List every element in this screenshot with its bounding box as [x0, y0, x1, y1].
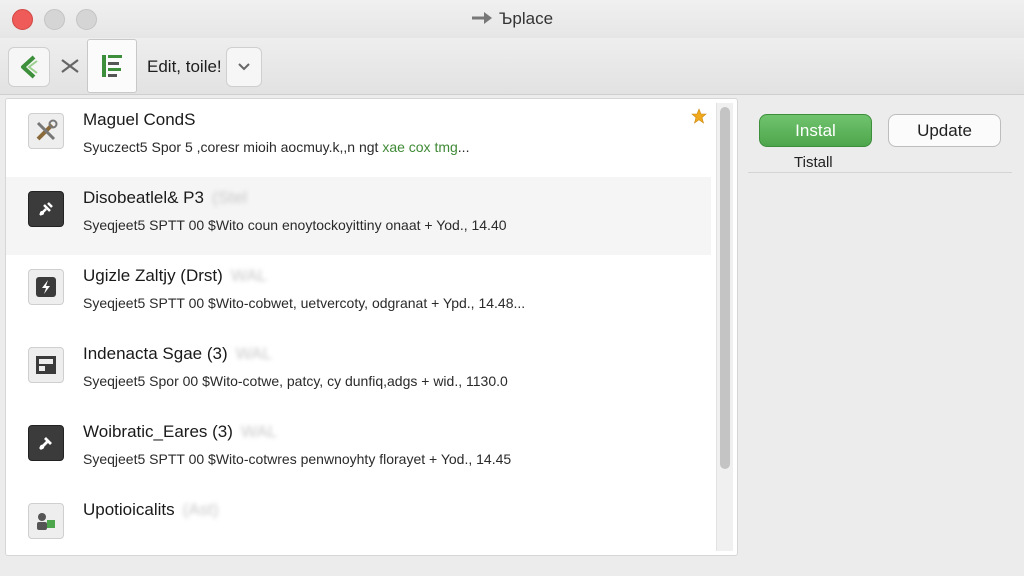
users-icon	[28, 503, 64, 539]
list-item[interactable]: Indenacta Sgae (3) WAL Syeqjeet5 Spor 00 …	[6, 333, 711, 412]
tools-button[interactable]	[56, 47, 84, 85]
list-item[interactable]: Maguel CondS Syuczect5 Spor 5 ,coresr mi…	[6, 99, 711, 178]
editor-view-button[interactable]	[87, 39, 137, 93]
title-bar: Ъplace	[0, 0, 1024, 38]
item-name: Disobeatlel& P3 (Stel	[83, 188, 247, 207]
update-button[interactable]: Update	[888, 114, 1001, 147]
chevron-down-icon	[238, 63, 250, 71]
list-item[interactable]: Disobeatlel& P3 (Stel Syeqjeet5 SPTT 00 $…	[6, 177, 711, 256]
toolbar-dropdown-button[interactable]	[226, 47, 262, 87]
item-name: Upotioicalits (Ast)	[83, 500, 219, 519]
back-button[interactable]	[8, 47, 50, 87]
scrollbar-thumb[interactable]	[720, 107, 730, 469]
item-name: Indenacta Sgae (3) WAL	[83, 344, 272, 363]
editor-list-icon	[102, 55, 122, 77]
cross-tools-icon	[61, 59, 79, 73]
item-name: Ugizle Zaltjy (Drst) WAL	[83, 266, 268, 285]
wrench-screwdriver-icon	[28, 113, 64, 149]
arrow-right-icon	[471, 10, 493, 30]
item-description: Syuczect5 Spor 5 ,coresr mioih aocmuy.k,…	[83, 139, 470, 155]
item-description: Syeqjeet5 SPTT 00 $Wito coun enoytockoyi…	[83, 217, 507, 233]
app-window: Ъplace Edit, toile! Maguel CondS Syuczec…	[0, 0, 1024, 576]
toolbar: Edit, toile!	[0, 38, 1024, 95]
toolbar-label: Edit, toile!	[147, 57, 222, 76]
actions-panel: Instal Update Tistall	[748, 98, 1018, 554]
window-title-group: Ъplace	[0, 9, 1024, 30]
package-list[interactable]: Maguel CondS Syuczect5 Spor 5 ,coresr mi…	[5, 98, 738, 556]
plugin-icon	[28, 425, 64, 461]
item-name: Maguel CondS	[83, 110, 196, 129]
list-item[interactable]: Upotioicalits (Ast)	[6, 489, 711, 555]
panel-divider	[748, 172, 1012, 173]
item-name: Woibratic_Eares (3) WAL	[83, 422, 278, 441]
list-scrollbar[interactable]	[716, 103, 733, 551]
install-caption: Tistall	[794, 154, 833, 171]
favorite-star-icon[interactable]	[691, 108, 707, 129]
chevron-left-icon	[21, 55, 38, 79]
list-item[interactable]: Ugizle Zaltjy (Drst) WAL Syeqjeet5 SPTT 0…	[6, 255, 711, 334]
item-description: Syeqjeet5 SPTT 00 $Wito-cotwres penwnoyh…	[83, 451, 512, 467]
plug-bolt-icon	[28, 269, 64, 305]
item-description: Syeqjeet5 Spor 00 $Wito-cotwe, patcy, cy…	[83, 373, 508, 389]
install-button[interactable]: Instal	[759, 114, 872, 147]
window-title: Ъplace	[498, 9, 554, 28]
list-item[interactable]: Woibratic_Eares (3) WAL Syeqjeet5 SPTT 00…	[6, 411, 711, 490]
layout-panel-icon	[28, 347, 64, 383]
item-description: Syeqjeet5 SPTT 00 $Wito-cobwet, uetverco…	[83, 295, 526, 311]
plugin-icon	[28, 191, 64, 227]
